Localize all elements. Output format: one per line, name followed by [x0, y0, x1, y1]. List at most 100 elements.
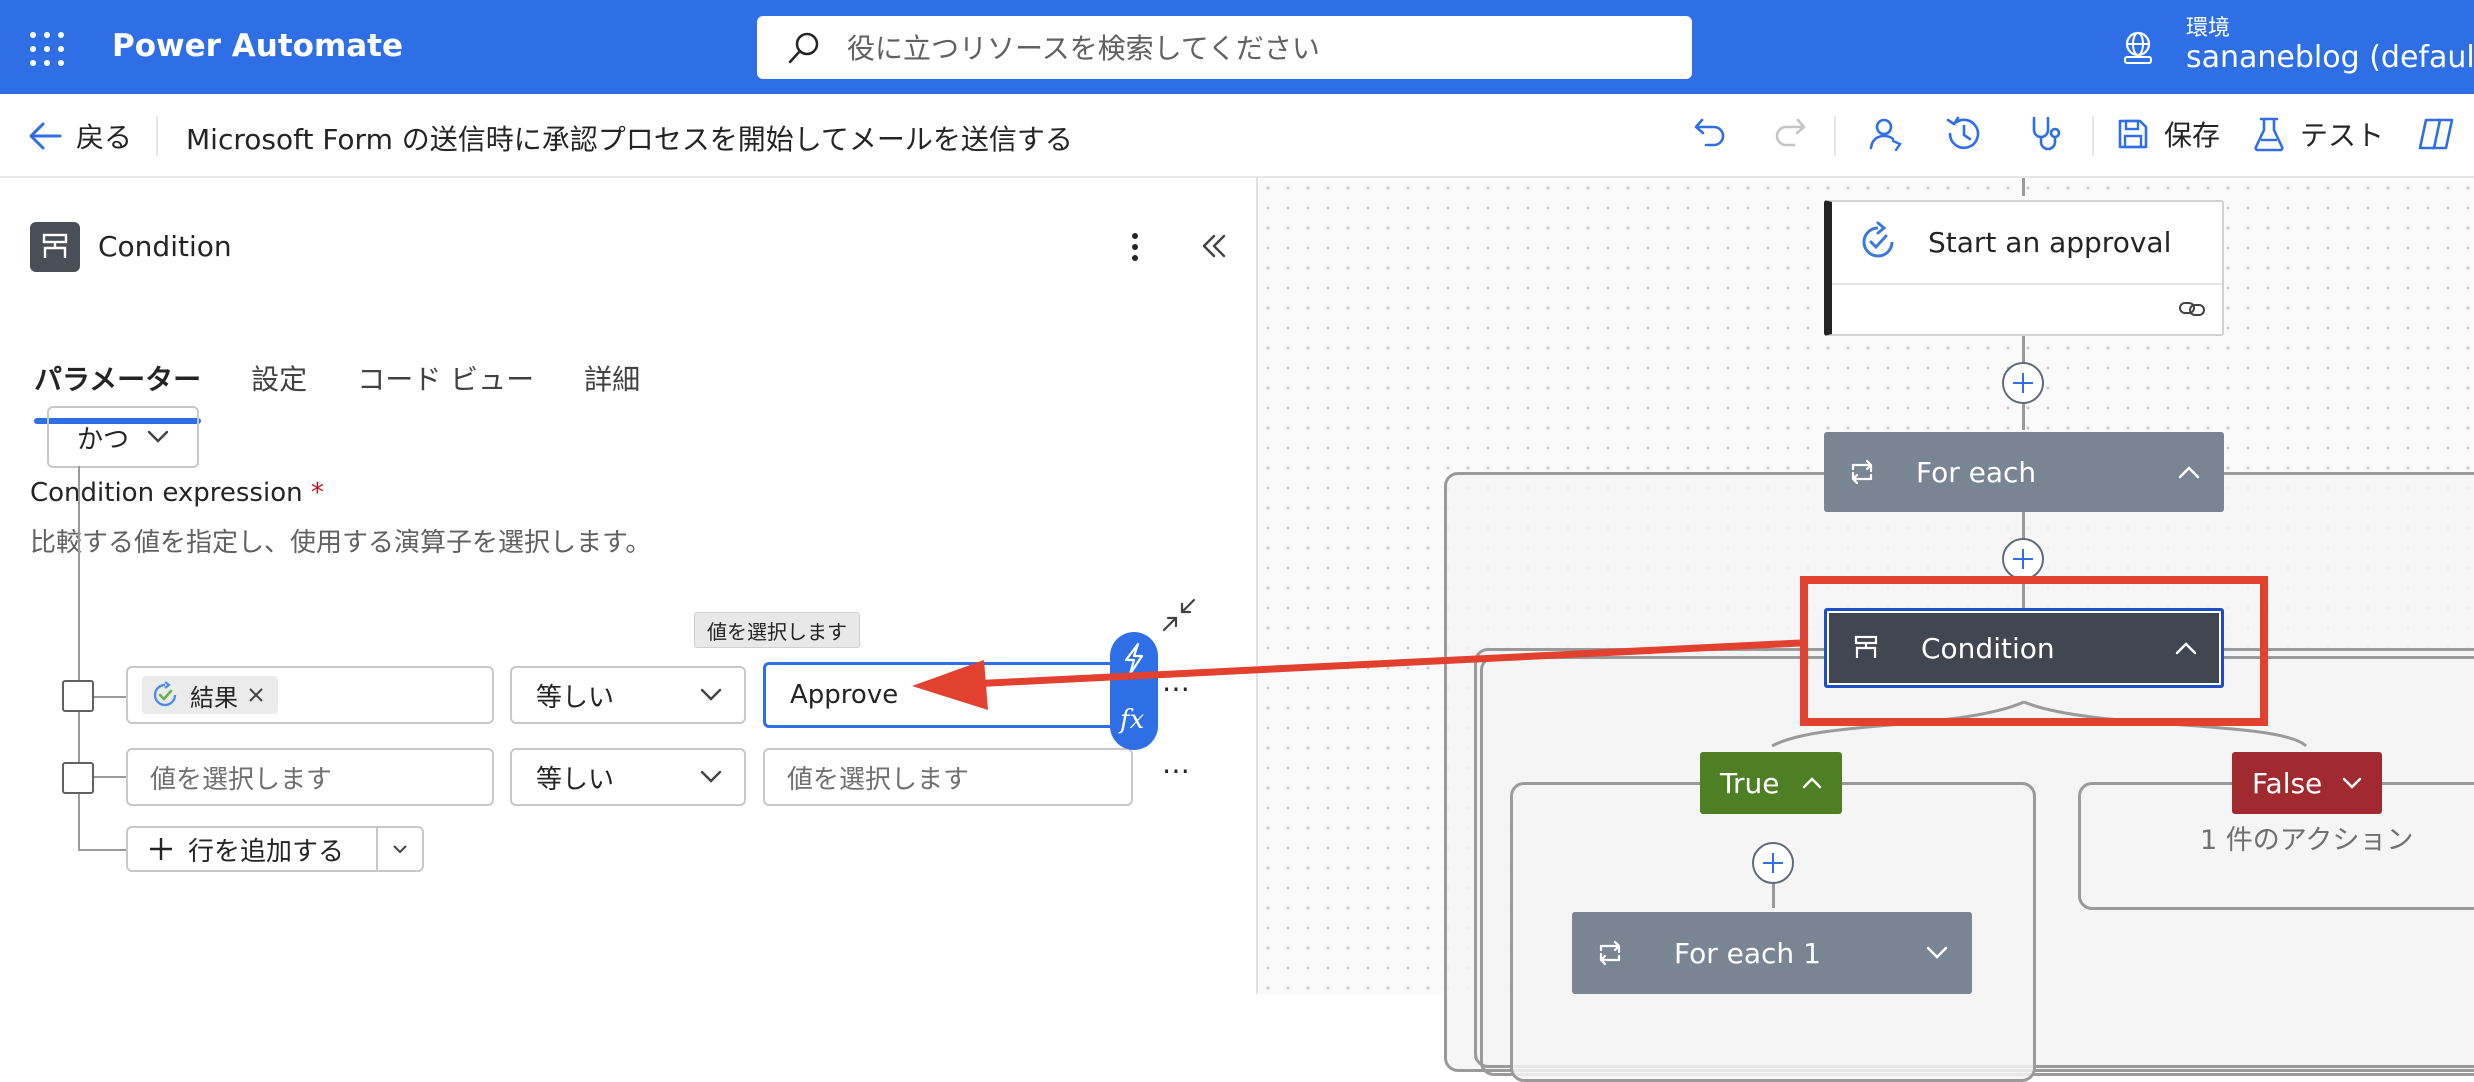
tab-settings[interactable]: 設定: [251, 358, 307, 424]
tooltip: 値を選択します: [694, 612, 860, 648]
add-step-button[interactable]: [2002, 538, 2044, 580]
divider: [1834, 116, 1836, 156]
function-icon[interactable]: fx: [1118, 702, 1150, 736]
back-label: 戻る: [76, 121, 133, 154]
loop-icon: [1599, 940, 1621, 966]
right-value-text: Approve: [790, 680, 899, 710]
save-icon: [2118, 119, 2148, 149]
row-more-icon[interactable]: ⋯: [1162, 754, 1191, 787]
approval-icon: [1862, 221, 1894, 258]
environment-name[interactable]: sananeblog (default): [2186, 40, 2474, 75]
start-approval-label: Start an approval: [1928, 225, 2172, 259]
lightning-icon[interactable]: [1122, 642, 1146, 676]
environment-label: 環境: [2186, 16, 2231, 41]
for-each-1-label: For each 1: [1674, 936, 1821, 970]
add-row-main[interactable]: 行を追加する: [128, 828, 378, 870]
tab-details[interactable]: 詳細: [584, 358, 640, 424]
chevron-down-icon: [700, 688, 722, 701]
expression-label-text: Condition expression: [30, 478, 303, 508]
chevron-up-icon: [1802, 777, 1822, 789]
highlight-box: [1800, 576, 2268, 726]
copilot-chat-icon[interactable]: [1866, 114, 1906, 154]
token-label: 結果: [190, 683, 238, 712]
undo-icon[interactable]: [1692, 114, 1728, 150]
chevron-up-icon[interactable]: [2178, 465, 2200, 479]
false-label: False: [2252, 766, 2323, 800]
group-operator-dropdown[interactable]: かつ: [47, 406, 199, 468]
placeholder-text: 値を選択します: [787, 764, 970, 795]
insert-content-pill: fx: [1110, 632, 1158, 750]
flow-title[interactable]: Microsoft Form の送信時に承認プロセスを開始してメールを送信する: [186, 118, 1073, 158]
approval-icon: [153, 681, 177, 707]
expression-description: 比較する値を指定し、使用する演算子を選択します。: [30, 528, 652, 558]
false-branch-button[interactable]: False: [2232, 752, 2382, 814]
required-mark: *: [310, 478, 324, 508]
for-each-label: For each: [1916, 455, 2037, 489]
chevron-down-icon[interactable]: [1926, 946, 1948, 960]
condition-right-value[interactable]: 値を選択します: [763, 748, 1133, 806]
app-launcher-icon[interactable]: [30, 32, 64, 66]
top-bar: Power Automate 環境 sananeblog (default): [0, 0, 2474, 94]
dynamic-content-token[interactable]: 結果: [142, 676, 278, 714]
condition-right-value[interactable]: Approve: [763, 662, 1133, 728]
tree-line: [78, 849, 128, 851]
chevron-down-icon: [700, 770, 722, 783]
condition-left-value[interactable]: 結果: [126, 666, 494, 724]
more-options-icon[interactable]: [1130, 232, 1140, 262]
search-icon: [788, 32, 819, 64]
arrow-left-icon: [29, 122, 62, 150]
search-box[interactable]: [757, 16, 1692, 81]
save-label: 保存: [2164, 119, 2221, 152]
false-action-count: 1 件のアクション: [2200, 825, 2414, 856]
connector-line: [2022, 178, 2025, 196]
copilot-icon[interactable]: [2416, 114, 2456, 154]
condition-left-value[interactable]: 値を選択します: [126, 748, 494, 806]
app-name[interactable]: Power Automate: [112, 28, 403, 64]
plus-icon: [150, 838, 172, 860]
collapse-editor-icon[interactable]: [1162, 598, 1196, 632]
chevron-down-icon: [2342, 777, 2362, 789]
loop-icon: [1851, 459, 1873, 485]
row-checkbox[interactable]: [62, 762, 94, 794]
add-step-button[interactable]: [2002, 362, 2044, 404]
start-approval-card[interactable]: Start an approval: [1824, 200, 2224, 336]
row-more-icon[interactable]: ⋯: [1162, 672, 1191, 705]
divider: [2092, 116, 2094, 156]
operator-value: 等しい: [536, 682, 615, 713]
link-icon[interactable]: [2178, 297, 2206, 321]
true-label: True: [1720, 766, 1780, 800]
add-row-button[interactable]: 行を追加する: [126, 826, 424, 872]
environment-icon[interactable]: [2120, 30, 2156, 66]
condition-operator-dropdown[interactable]: 等しい: [510, 666, 746, 724]
for-each-1-card[interactable]: For each 1: [1572, 912, 1972, 994]
placeholder-text: 値を選択します: [150, 764, 333, 795]
divider: [156, 116, 158, 156]
search-input[interactable]: [845, 16, 1669, 81]
command-bar: 戻る Microsoft Form の送信時に承認プロセスを開始してメールを送信…: [0, 94, 2474, 178]
redo-icon[interactable]: [1772, 114, 1808, 150]
row-checkbox[interactable]: [62, 680, 94, 712]
close-icon[interactable]: [248, 687, 264, 703]
history-icon[interactable]: [1944, 114, 1984, 154]
add-row-menu[interactable]: [378, 844, 422, 854]
expression-label: Condition expression *: [30, 478, 324, 508]
true-branch-button[interactable]: True: [1700, 752, 1842, 814]
chevron-down-icon: [147, 430, 169, 443]
beaker-icon: [2254, 117, 2284, 152]
add-step-button[interactable]: [1752, 842, 1794, 884]
add-row-label: 行を追加する: [188, 836, 345, 867]
save-button[interactable]: 保存: [2116, 114, 2220, 154]
for-each-card[interactable]: For each: [1824, 432, 2224, 512]
test-label: テスト: [2300, 119, 2385, 152]
start-approval-header: Start an approval: [1832, 202, 2171, 283]
flow-checker-icon[interactable]: [2026, 114, 2066, 154]
operator-value: 等しい: [536, 764, 615, 795]
condition-operator-dropdown[interactable]: 等しい: [510, 748, 746, 806]
test-button[interactable]: テスト: [2252, 114, 2384, 154]
panel-title: Condition: [98, 230, 232, 263]
collapse-panel-icon[interactable]: [1200, 232, 1228, 260]
back-button[interactable]: 戻る: [28, 116, 132, 156]
tab-code-view[interactable]: コード ビュー: [357, 358, 534, 424]
card-footer: [1832, 282, 2222, 334]
chevron-down-icon: [393, 845, 407, 854]
